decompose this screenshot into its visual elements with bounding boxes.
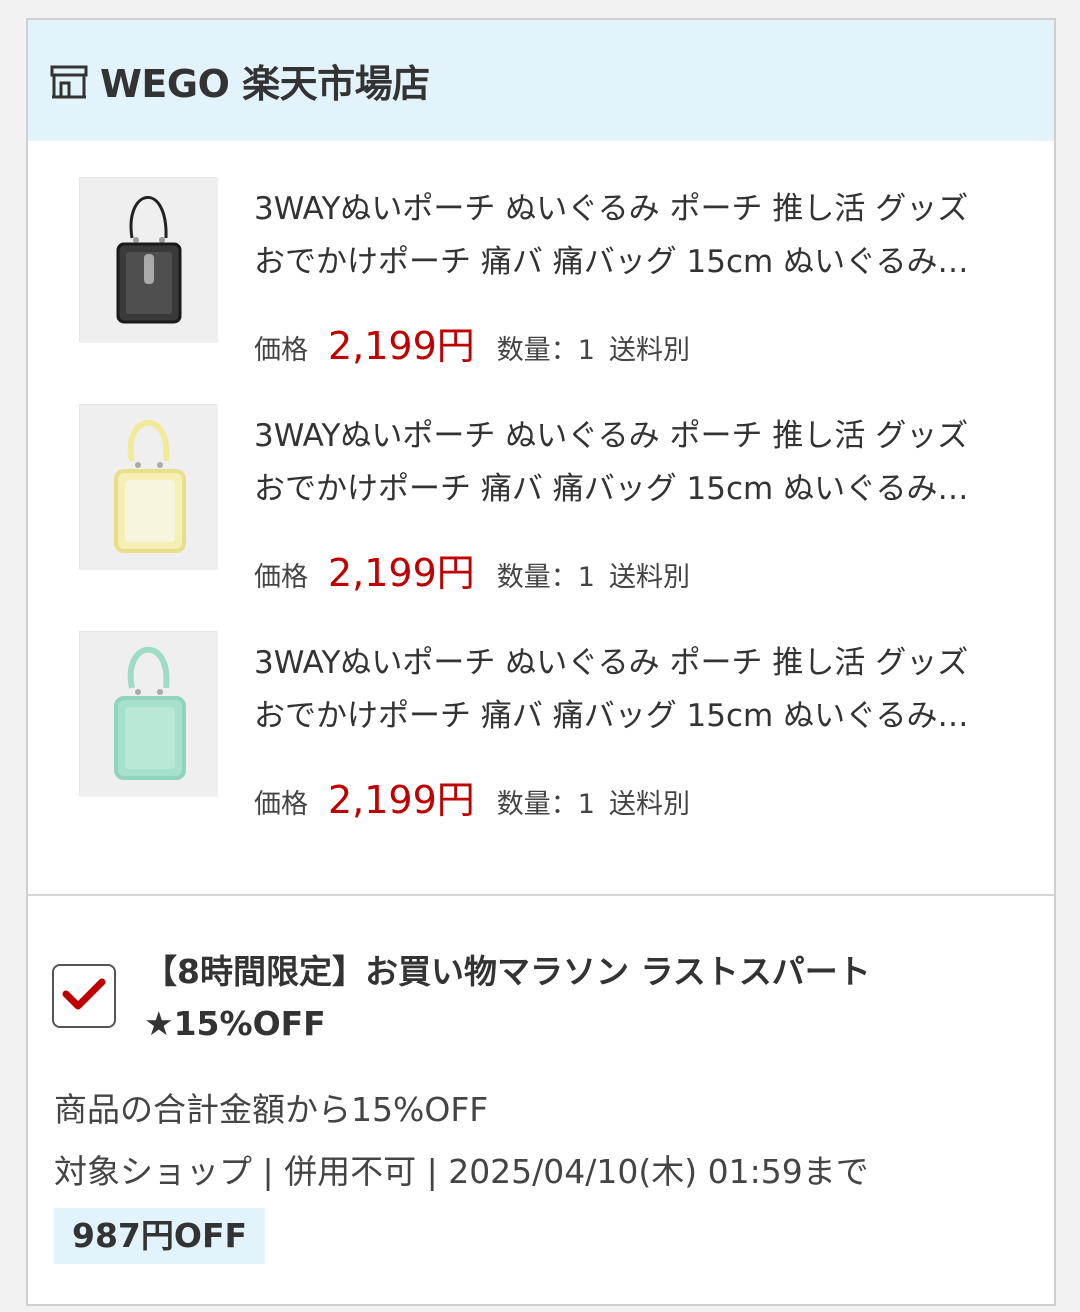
divider — [28, 894, 1054, 896]
price-row: 価格 2,199円 数量：1 送料別 — [254, 315, 690, 370]
cart-item[interactable]: 3WAYぬいポーチ ぬいぐるみ ポーチ 推し活 グッズ おでかけポーチ 痛バ 痛… — [28, 631, 1054, 858]
cart-item[interactable]: 3WAYぬいポーチ ぬいぐるみ ポーチ 推し活 グッズ おでかけポーチ 痛バ 痛… — [28, 404, 1054, 631]
check-icon — [62, 976, 106, 1016]
product-image[interactable] — [79, 631, 218, 797]
shop-icon — [50, 59, 100, 103]
price-label: 価格 — [254, 562, 308, 593]
price-label: 価格 — [254, 335, 308, 366]
quantity: 数量：1 — [496, 789, 595, 820]
price-value: 2,199円 — [328, 324, 475, 368]
shipping: 送料別 — [608, 562, 690, 593]
price-row: 価格 2,199円 数量：1 送料別 — [254, 542, 690, 597]
cart-shop-card: WEGO 楽天市場店 3WAYぬいポーチ ぬいぐるみ ポーチ 推し活 グッズ お… — [26, 18, 1056, 1306]
coupon-description: 商品の合計金額から15%OFF — [54, 1090, 489, 1129]
price-value: 2,199円 — [328, 551, 475, 595]
price-row: 価格 2,199円 数量：1 送料別 — [254, 769, 690, 824]
quantity: 数量：1 — [496, 335, 595, 366]
shop-name[interactable]: WEGO 楽天市場店 — [100, 53, 430, 108]
coupon-title: 【8時間限定】お買い物マラソン ラストスパート★15%OFF — [144, 952, 871, 1043]
item-list: 3WAYぬいポーチ ぬいぐるみ ポーチ 推し活 グッズ おでかけポーチ 痛バ 痛… — [28, 141, 1054, 894]
product-image[interactable] — [79, 404, 218, 570]
product-image[interactable] — [79, 177, 218, 343]
product-title[interactable]: 3WAYぬいポーチ ぬいぐるみ ポーチ 推し活 グッズ おでかけポーチ 痛バ 痛… — [254, 410, 999, 516]
product-title[interactable]: 3WAYぬいポーチ ぬいぐるみ ポーチ 推し活 グッズ おでかけポーチ 痛バ 痛… — [254, 637, 999, 743]
coupon-meta: 対象ショップ | 併用不可 | 2025/04/10(木) 01:59まで — [54, 1152, 869, 1191]
price-value: 2,199円 — [328, 778, 475, 822]
price-label: 価格 — [254, 789, 308, 820]
cart-item[interactable]: 3WAYぬいポーチ ぬいぐるみ ポーチ 推し活 グッズ おでかけポーチ 痛バ 痛… — [28, 177, 1054, 404]
quantity: 数量：1 — [496, 562, 595, 593]
product-title[interactable]: 3WAYぬいポーチ ぬいぐるみ ポーチ 推し活 グッズ おでかけポーチ 痛バ 痛… — [254, 183, 999, 289]
discount-badge: 987円OFF — [54, 1208, 266, 1264]
shipping: 送料別 — [608, 789, 690, 820]
shop-header[interactable]: WEGO 楽天市場店 — [28, 20, 1054, 141]
coupon-checkbox[interactable] — [52, 964, 116, 1028]
shipping: 送料別 — [608, 335, 690, 366]
